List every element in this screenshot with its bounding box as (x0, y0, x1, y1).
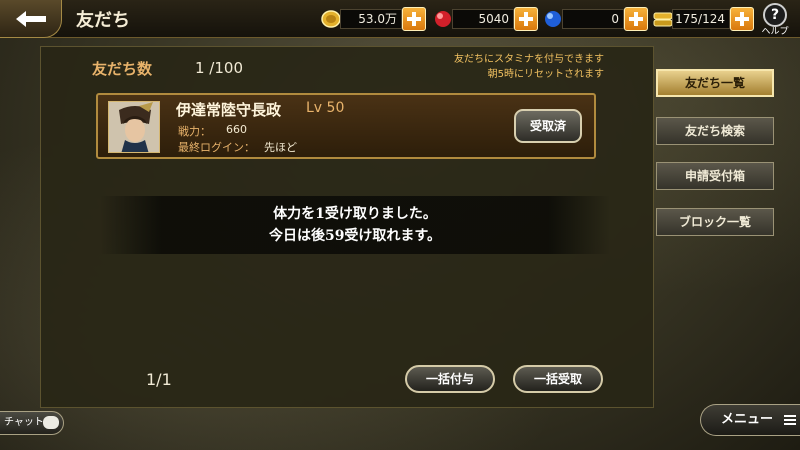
bulk-give-button[interactable]: 一括付与 (405, 365, 495, 393)
tab-friend-search[interactable]: 友だち検索 (656, 117, 774, 145)
friend-last-login-value: 先ほど (264, 141, 297, 154)
friend-last-login-label: 最終ログイン： (178, 141, 255, 154)
help-icon: ? (763, 3, 787, 27)
back-button[interactable] (0, 0, 62, 38)
resource-capacity-value: 175/124 (672, 9, 730, 29)
screen-title: 友だち (76, 10, 130, 31)
friend-card[interactable]: 伊達常陸守長政 Lv 50 戦力： 660 最終ログイン： 先ほど 受取済 (96, 93, 596, 159)
add-blue-orb-button[interactable] (624, 7, 648, 31)
friend-avatar (108, 101, 160, 153)
plus-icon (519, 12, 533, 26)
friend-power-label: 戦力： (178, 125, 211, 138)
menu-button[interactable]: メニュー (700, 404, 800, 436)
chat-label: チャット (4, 417, 44, 428)
help-button[interactable]: ? ヘルプ (757, 3, 793, 37)
speech-bubble-icon (43, 416, 59, 429)
notice-line-1: 友だちにスタミナを付与できます (454, 54, 604, 65)
tab-block-list[interactable]: ブロック一覧 (656, 208, 774, 236)
back-arrow-icon (15, 10, 46, 27)
tab-request-inbox[interactable]: 申請受付箱 (656, 162, 774, 190)
friend-name: 伊達常陸守長政 (176, 101, 282, 119)
resource-blue-orb-value: 0 (562, 9, 624, 29)
resource-red-orb-value: 5040 (452, 9, 514, 29)
resource-blue-orb: 0 (540, 7, 648, 31)
help-label: ヘルプ (761, 27, 789, 37)
add-red-orb-button[interactable] (514, 7, 538, 31)
menu-label: メニュー (721, 412, 774, 427)
add-gold-button[interactable] (402, 7, 426, 31)
plus-icon (629, 12, 643, 26)
toast-line-1: 体力を1受け取りました。 (273, 206, 437, 222)
friend-count-label: 友だち数 (92, 60, 153, 78)
bulk-receive-button[interactable]: 一括受取 (513, 365, 603, 393)
plus-icon (407, 12, 421, 26)
plus-icon (735, 12, 749, 26)
resource-gold-value: 53.0万 (340, 9, 402, 29)
chat-button[interactable]: チャット (0, 411, 64, 435)
notice-line-2: 朝5時にリセットされます (487, 69, 604, 80)
top-bar: 友だち 53.0万 5040 0 175/124 ? ヘルプ (0, 0, 800, 38)
hamburger-icon (784, 415, 796, 425)
add-capacity-button[interactable] (730, 7, 754, 31)
toast-line-2: 今日は後59受け取れます。 (268, 228, 442, 244)
samurai-portrait-icon (109, 102, 159, 152)
friend-level: Lv 50 (306, 100, 345, 116)
friend-count-value: 1 /100 (195, 59, 243, 77)
stamina-notice: 友だちにスタミナを付与できます 朝5時にリセットされます (454, 52, 604, 82)
stamina-received-button[interactable]: 受取済 (514, 109, 582, 143)
page-indicator: 1/1 (146, 370, 172, 389)
tab-friend-list[interactable]: 友だち一覧 (656, 69, 774, 97)
stamina-toast: 体力を1受け取りました。 今日は後59受け取れます。 (100, 196, 610, 254)
friend-power-value: 660 (226, 123, 247, 136)
resource-capacity: 175/124 (650, 7, 754, 31)
resource-gold: 53.0万 (318, 7, 426, 31)
resource-red-orb: 5040 (430, 7, 538, 31)
